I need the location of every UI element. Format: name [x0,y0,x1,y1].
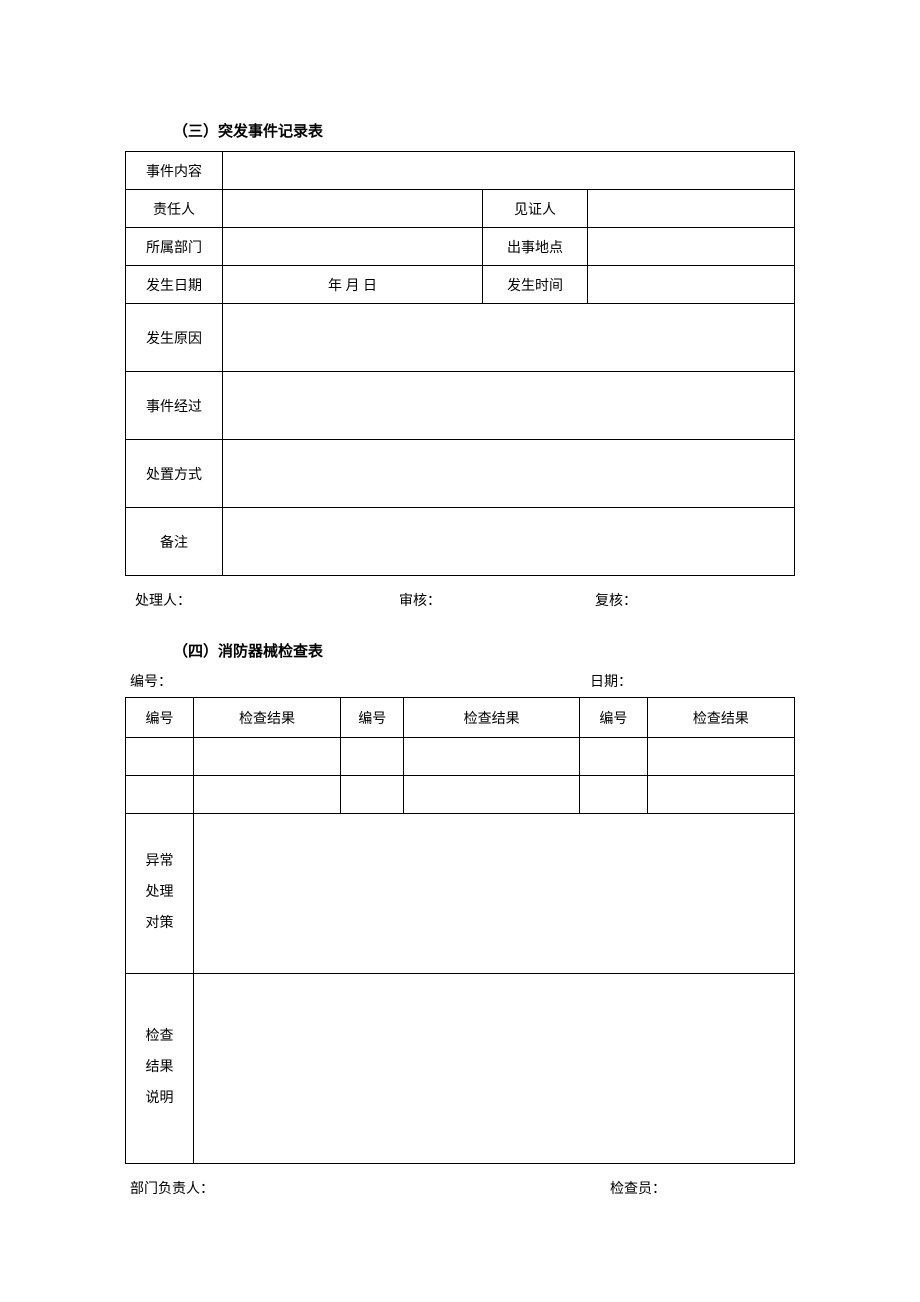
value-check-desc [193,974,794,1164]
cell-r2c1 [126,776,194,814]
value-time [588,266,795,304]
header-date: 日期： [590,671,790,691]
label-abnormal: 异常处理对策 [126,814,194,974]
cell-r1c4 [404,738,579,776]
cell-r1c1 [126,738,194,776]
cell-r2c2 [193,776,340,814]
value-abnormal [193,814,794,974]
label-cause: 发生原因 [126,304,223,372]
label-location: 出事地点 [483,228,588,266]
label-responsible: 责任人 [126,190,223,228]
col-result-3: 检查结果 [647,698,794,738]
fire-equipment-table: 编号 检查结果 编号 检查结果 编号 检查结果 异常处理对策 检查结果说明 [125,697,795,1164]
label-disposal: 处置方式 [126,440,223,508]
value-process [223,372,795,440]
value-date: 年 月 日 [223,266,483,304]
footer-review: 复核： [515,590,785,610]
value-remark [223,508,795,576]
value-cause [223,304,795,372]
label-process: 事件经过 [126,372,223,440]
header-number: 编号： [130,671,590,691]
footer-audit: 审核： [325,590,515,610]
cell-r2c4 [404,776,579,814]
footer-handler: 处理人： [135,590,325,610]
footer-inspector: 检查员： [610,1178,790,1198]
section4-footer: 部门负责人： 检查员： [125,1178,795,1198]
value-department [223,228,483,266]
incident-record-table: 事件内容 责任人 见证人 所属部门 出事地点 发生日期 年 月 日 发生时间 发… [125,151,795,576]
value-disposal [223,440,795,508]
label-date: 发生日期 [126,266,223,304]
label-department: 所属部门 [126,228,223,266]
label-content: 事件内容 [126,152,223,190]
label-witness: 见证人 [483,190,588,228]
cell-r2c5 [579,776,647,814]
section4-title: （四）消防器械检查表 [125,640,795,661]
col-num-3: 编号 [579,698,647,738]
cell-r1c2 [193,738,340,776]
label-time: 发生时间 [483,266,588,304]
footer-dept-head: 部门负责人： [130,1178,610,1198]
section4-header: 编号： 日期： [125,671,795,691]
value-location [588,228,795,266]
col-result-1: 检查结果 [193,698,340,738]
value-witness [588,190,795,228]
cell-r2c6 [647,776,794,814]
col-num-1: 编号 [126,698,194,738]
section3-footer: 处理人： 审核： 复核： [125,590,795,610]
value-responsible [223,190,483,228]
cell-r1c5 [579,738,647,776]
cell-r1c3 [341,738,404,776]
cell-r1c6 [647,738,794,776]
col-num-2: 编号 [341,698,404,738]
cell-r2c3 [341,776,404,814]
label-check-desc: 检查结果说明 [126,974,194,1164]
label-remark: 备注 [126,508,223,576]
section3-title: （三）突发事件记录表 [125,120,795,141]
col-result-2: 检查结果 [404,698,579,738]
value-content [223,152,795,190]
